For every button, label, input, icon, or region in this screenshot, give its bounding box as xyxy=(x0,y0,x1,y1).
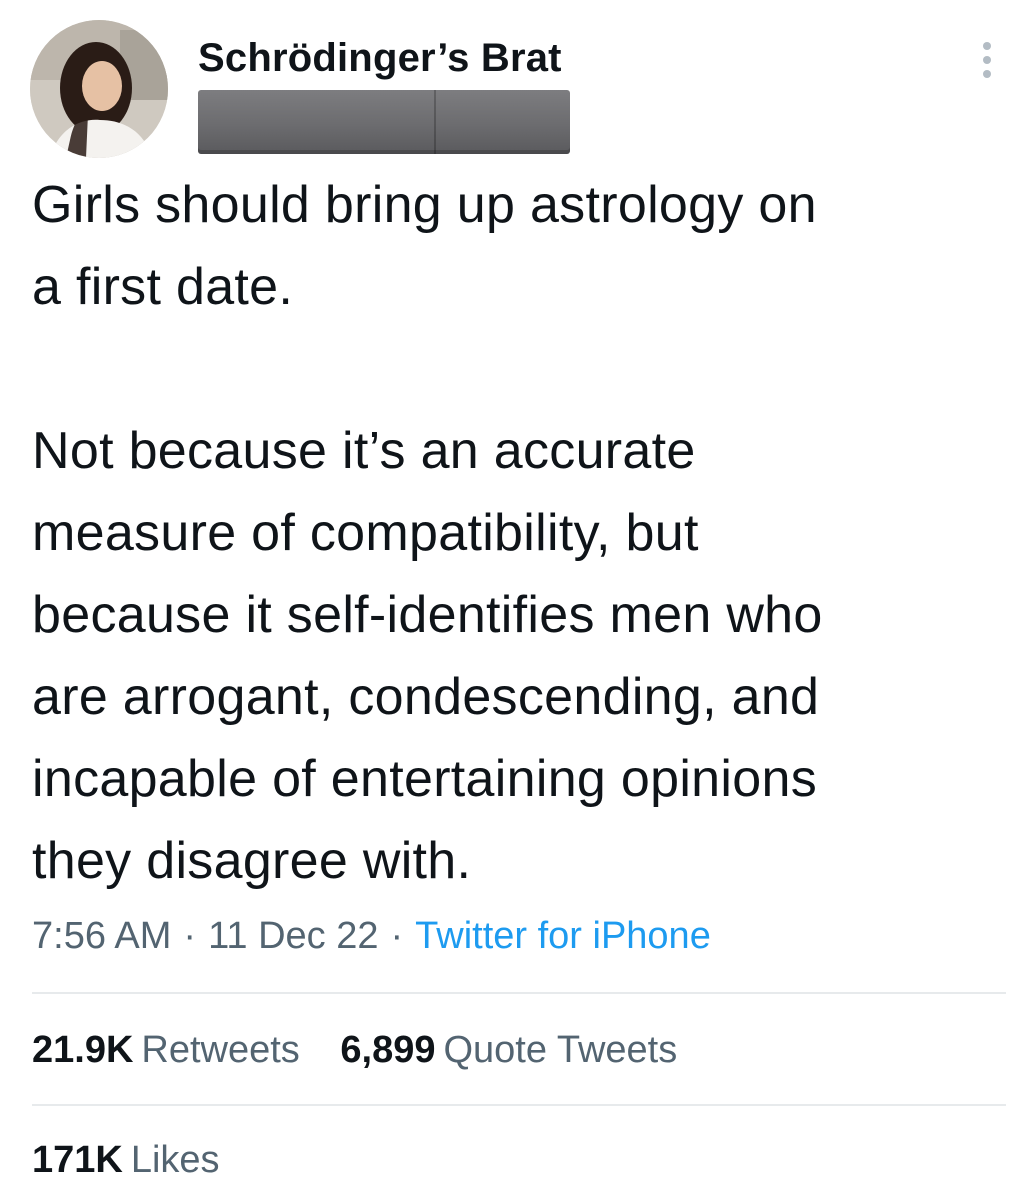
tweet-text-line: measure of compatibility, but xyxy=(32,504,699,562)
divider xyxy=(32,1104,1006,1106)
tweet-text-line: Not because it’s an accurate xyxy=(32,422,696,480)
tweet-text: Girls should bring up astrology on a fir… xyxy=(32,164,1022,902)
more-vertical-icon xyxy=(983,42,991,78)
divider xyxy=(32,992,1006,994)
retweets-count: 21.9K xyxy=(32,1029,134,1071)
profile-photo xyxy=(30,20,168,158)
quote-tweets-label: Quote Tweets xyxy=(443,1029,678,1071)
retweets-label: Retweets xyxy=(141,1029,300,1071)
display-name[interactable]: Schrödinger’s Brat xyxy=(198,36,562,81)
meta-separator: · xyxy=(183,915,197,957)
tweet-text-line: a first date. xyxy=(32,258,294,316)
tweet-text-line: incapable of entertaining opinions xyxy=(32,750,817,808)
tweet-text-line: because it self-identifies men who xyxy=(32,586,823,644)
retweets-stat[interactable]: 21.9K Retweets xyxy=(32,1029,300,1071)
share-stats-row: 21.9K Retweets 6,899 Quote Tweets xyxy=(32,1026,707,1074)
tweet-time[interactable]: 7:56 AM xyxy=(32,915,171,957)
tweet-date[interactable]: 11 Dec 22 xyxy=(208,915,378,957)
more-options-button[interactable] xyxy=(970,38,1004,82)
quote-tweets-stat[interactable]: 6,899 Quote Tweets xyxy=(340,1029,677,1071)
likes-count: 171K xyxy=(32,1139,123,1181)
tweet: Schrödinger’s Brat Girls should bring up… xyxy=(0,0,1036,1200)
likes-stat[interactable]: 171K Likes xyxy=(32,1139,220,1181)
likes-stats-row: 171K Likes xyxy=(32,1136,250,1184)
avatar[interactable] xyxy=(30,20,168,158)
tweet-source-link[interactable]: Twitter for iPhone xyxy=(415,915,711,957)
likes-label: Likes xyxy=(130,1139,220,1181)
meta-separator: · xyxy=(390,915,404,957)
redacted-handle xyxy=(198,90,570,154)
tweet-text-line: Girls should bring up astrology on xyxy=(32,176,817,234)
tweet-text-line: they disagree with. xyxy=(32,832,472,890)
tweet-text-line: are arrogant, condescending, and xyxy=(32,668,820,726)
quote-tweets-count: 6,899 xyxy=(340,1029,436,1071)
redaction-seam xyxy=(434,90,436,154)
tweet-meta: 7:56 AM · 11 Dec 22 · Twitter for iPhone xyxy=(32,912,711,960)
